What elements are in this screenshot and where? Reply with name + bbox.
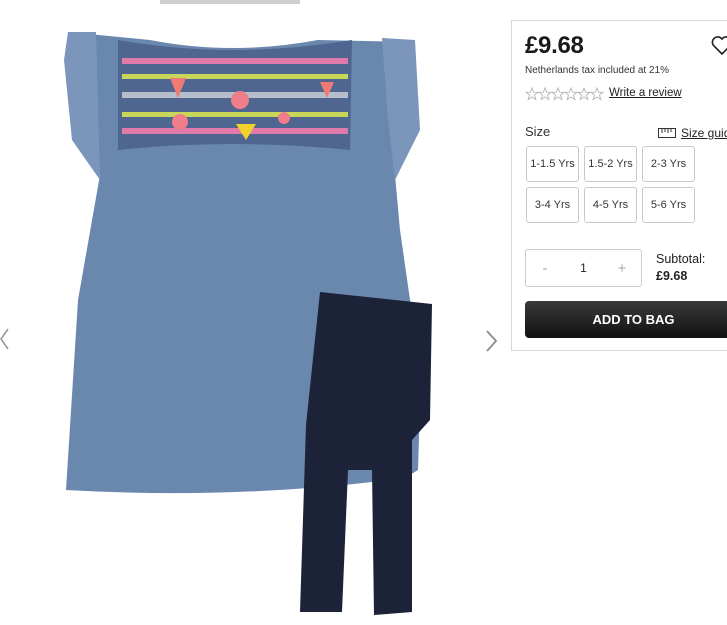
quantity-value[interactable]: 1 (564, 261, 603, 275)
star-icon (537, 87, 553, 101)
add-to-bag-button[interactable]: ADD TO BAG (525, 301, 727, 338)
star-icon (576, 87, 592, 101)
size-guide-label: Size guide (681, 126, 727, 140)
decrease-quantity-button[interactable]: - (526, 260, 564, 277)
product-price: £9.68 (525, 32, 584, 59)
subtotal: Subtotal: £9.68 (656, 251, 705, 285)
purchase-panel: £9.68 Netherlands tax included at 21% Wr… (511, 20, 727, 351)
star-icon (550, 87, 566, 101)
product-photo (64, 0, 432, 615)
cropped-title-fragment (160, 0, 300, 4)
size-option-3-4-yrs[interactable]: 3-4 Yrs (526, 187, 579, 223)
increase-quantity-button[interactable]: + (603, 260, 641, 277)
size-label: Size (525, 124, 551, 139)
tax-note: Netherlands tax included at 21% (525, 65, 669, 76)
size-option-1.5-2-yrs[interactable]: 1.5-2 Yrs (584, 146, 637, 182)
heart-icon[interactable] (710, 33, 727, 57)
chevron-right-icon[interactable] (484, 328, 500, 354)
ruler-icon (658, 128, 676, 138)
subtotal-value: £9.68 (656, 269, 688, 283)
product-image (0, 0, 508, 620)
size-guide-link[interactable]: Size guide (658, 126, 727, 140)
star-rating (525, 87, 604, 101)
size-option-4-5-yrs[interactable]: 4-5 Yrs (584, 187, 637, 223)
subtotal-label: Subtotal: (656, 252, 706, 266)
size-option-1-1.5-yrs[interactable]: 1-1.5 Yrs (526, 146, 579, 182)
chevron-left-icon[interactable] (0, 326, 10, 352)
size-option-5-6-yrs[interactable]: 5-6 Yrs (642, 187, 695, 223)
star-icon (589, 87, 604, 101)
rating-stars (525, 87, 604, 101)
star-icon (525, 87, 540, 101)
size-option-2-3-yrs[interactable]: 2-3 Yrs (642, 146, 695, 182)
write-review-link[interactable]: Write a review (609, 87, 682, 99)
star-icon (563, 87, 579, 101)
quantity-stepper: - 1 + (525, 249, 642, 287)
